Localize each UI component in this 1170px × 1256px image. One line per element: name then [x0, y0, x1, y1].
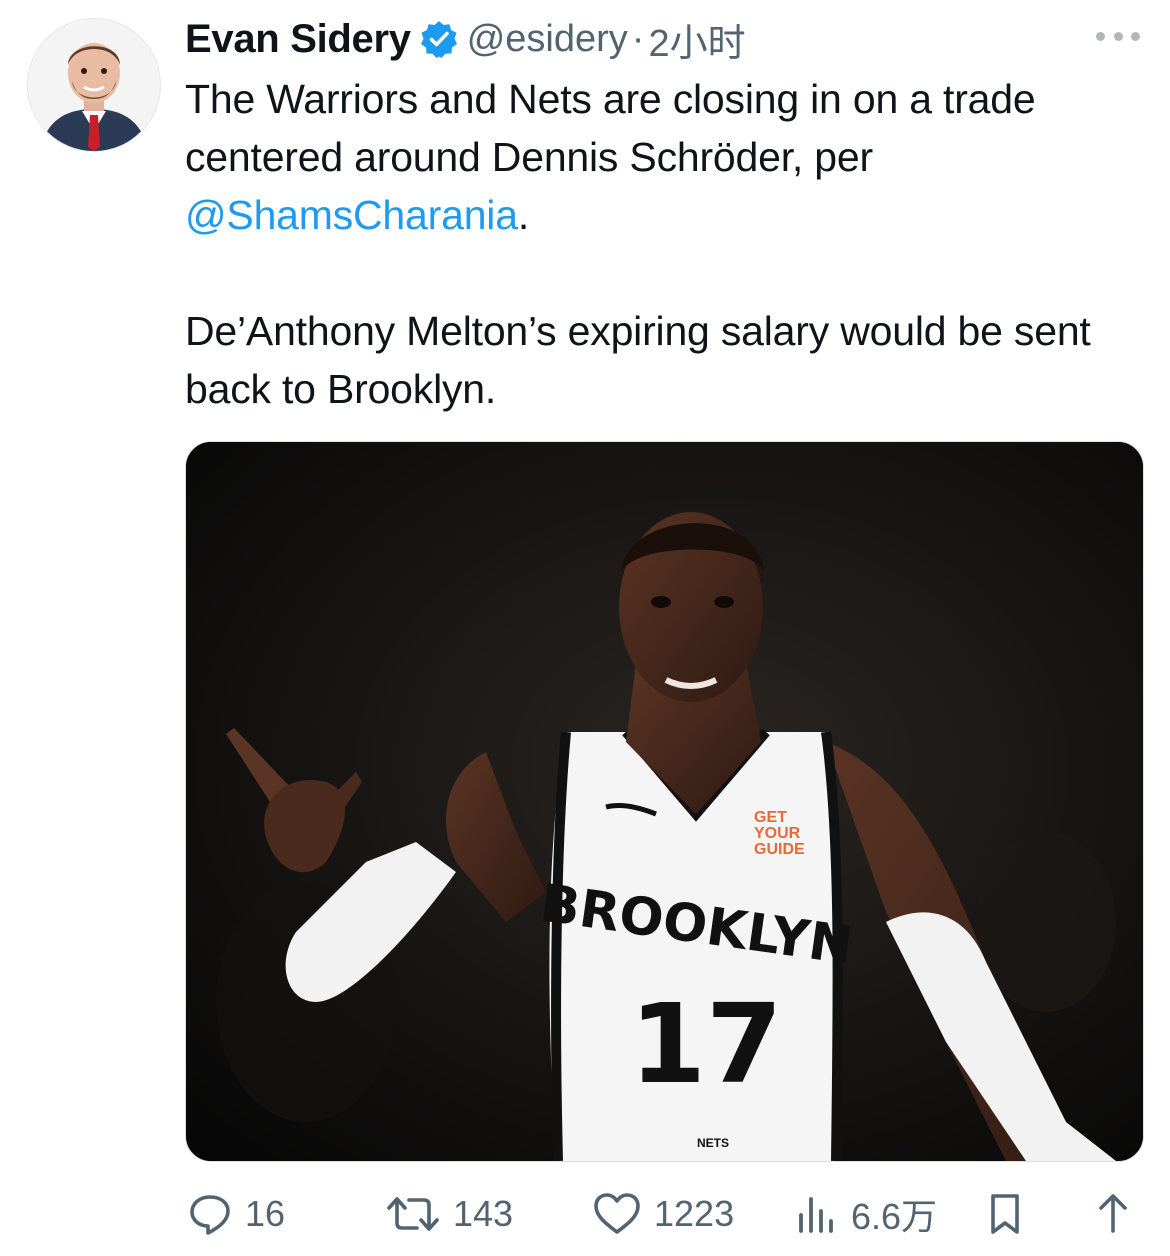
- views-icon: [799, 1197, 833, 1233]
- retweet-count: 143: [453, 1193, 514, 1234]
- views-count: 6.6万: [851, 1196, 938, 1237]
- more-icon[interactable]: [1096, 24, 1140, 48]
- bookmark-icon: [991, 1194, 1019, 1234]
- tweet-paragraph-1: The Warriors and Nets are closing in on …: [185, 70, 1135, 244]
- author-name[interactable]: Evan Sidery: [185, 17, 411, 62]
- header-separator: ·: [631, 17, 645, 60]
- author-avatar[interactable]: [27, 18, 161, 152]
- reply-count: 16: [245, 1193, 286, 1234]
- retweet-icon: [387, 1197, 439, 1231]
- like-count: 1223: [654, 1193, 735, 1234]
- share-icon: [1099, 1194, 1127, 1233]
- like-icon: [594, 1193, 640, 1234]
- author-handle[interactable]: @esidery: [467, 18, 628, 61]
- tweet-header: Evan Sidery @esidery · 2小时: [185, 16, 746, 65]
- tweet-media-photo[interactable]: GET YOUR GUIDE BROOKLYN 17 NETS: [185, 441, 1144, 1162]
- sponsor-line-2: YOUR: [754, 825, 801, 842]
- reply-button[interactable]: 16: [187, 1186, 285, 1242]
- tweet-text-period: .: [517, 192, 530, 238]
- mention-link[interactable]: @ShamsCharania: [185, 192, 518, 238]
- tweet-text: The Warriors and Nets are closing in on …: [185, 70, 1135, 418]
- bookmark-button[interactable]: [985, 1186, 1025, 1242]
- tweet-action-bar: 16 143 1223 6.6万: [185, 1186, 1142, 1242]
- views-button[interactable]: 6.6万: [793, 1186, 937, 1242]
- sponsor-line-3: GUIDE: [754, 841, 805, 858]
- like-button[interactable]: 1223: [592, 1186, 734, 1242]
- shorts-logo: NETS: [697, 1136, 729, 1150]
- verified-icon: [419, 19, 459, 59]
- sponsor-line-1: GET: [754, 809, 787, 826]
- tweet-text-main: The Warriors and Nets are closing in on …: [185, 76, 1036, 180]
- retweet-button[interactable]: 143: [385, 1186, 513, 1242]
- player-photo: GET YOUR GUIDE BROOKLYN 17 NETS: [186, 442, 1143, 1161]
- reply-icon: [190, 1195, 230, 1235]
- tweet-timestamp[interactable]: 2小时: [648, 12, 745, 67]
- jersey-number: 17: [629, 980, 782, 1108]
- tweet-paragraph-2: De’Anthony Melton’s expiring salary woul…: [185, 308, 1091, 412]
- share-button[interactable]: [1093, 1186, 1133, 1242]
- avatar-portrait: [28, 19, 160, 151]
